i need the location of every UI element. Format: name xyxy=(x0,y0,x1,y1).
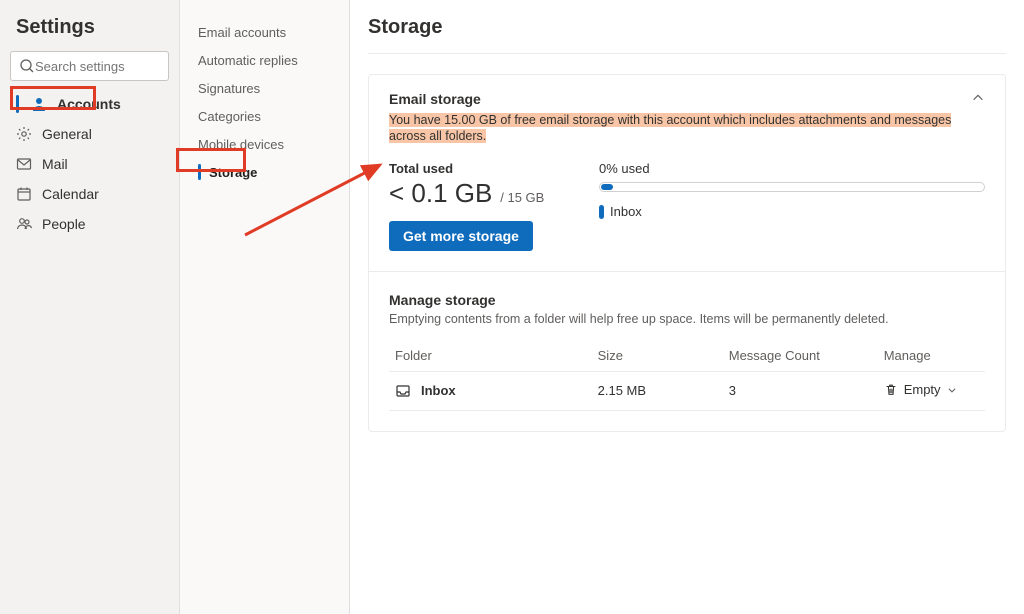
people-icon xyxy=(16,216,32,232)
sidebar-item-label: Accounts xyxy=(57,96,121,112)
folders-table: Folder Size Message Count Manage xyxy=(389,340,985,411)
subnav-signatures[interactable]: Signatures xyxy=(180,74,349,102)
usage-bar xyxy=(599,182,985,192)
sidebar-item-general[interactable]: General xyxy=(10,119,169,149)
folder-size: 2.15 MB xyxy=(592,372,723,411)
sidebar-item-mail[interactable]: Mail xyxy=(10,149,169,179)
storage-card: Email storage You have 15.00 GB of free … xyxy=(368,74,1006,432)
col-count: Message Count xyxy=(723,340,878,372)
search-icon xyxy=(19,58,35,74)
chevron-down-icon xyxy=(947,385,957,395)
mail-icon xyxy=(16,156,32,172)
get-more-storage-button[interactable]: Get more storage xyxy=(389,221,533,251)
sidebar-item-calendar[interactable]: Calendar xyxy=(10,179,169,209)
manage-storage-heading: Manage storage xyxy=(389,292,985,308)
trash-icon xyxy=(884,383,898,397)
sidebar-item-label: Mail xyxy=(42,156,68,172)
person-icon xyxy=(31,96,47,112)
total-used-label: Total used xyxy=(389,161,549,176)
percent-used-label: 0% used xyxy=(599,161,985,176)
inbox-icon xyxy=(395,383,411,399)
sidebar-item-accounts[interactable]: Accounts xyxy=(10,89,169,119)
col-manage: Manage xyxy=(878,340,985,372)
subnav-email-accounts[interactable]: Email accounts xyxy=(180,18,349,46)
legend-dot-icon xyxy=(599,205,604,219)
used-value: < 0.1 GB xyxy=(389,178,492,208)
sidebar-item-label: People xyxy=(42,216,86,232)
legend-inbox: Inbox xyxy=(599,204,985,219)
sidebar-item-label: Calendar xyxy=(42,186,99,202)
col-folder: Folder xyxy=(389,340,592,372)
email-storage-description: You have 15.00 GB of free email storage … xyxy=(389,113,951,143)
email-storage-heading: Email storage xyxy=(389,91,971,107)
empty-folder-button[interactable]: Empty xyxy=(884,382,957,397)
sidebar-item-people[interactable]: People xyxy=(10,209,169,239)
table-row: Inbox 2.15 MB 3 Empty xyxy=(389,372,985,411)
manage-storage-description: Emptying contents from a folder will hel… xyxy=(389,312,985,326)
collapse-icon[interactable] xyxy=(971,91,985,108)
folder-count: 3 xyxy=(723,372,878,411)
folder-name: Inbox xyxy=(421,383,456,398)
col-size: Size xyxy=(592,340,723,372)
settings-sidebar: Settings Accounts General Mail xyxy=(0,0,180,614)
quota-value: / 15 GB xyxy=(500,190,544,205)
calendar-icon xyxy=(16,186,32,202)
subnav-automatic-replies[interactable]: Automatic replies xyxy=(180,46,349,74)
page-title: Storage xyxy=(368,0,1006,54)
accounts-submenu: Email accounts Automatic replies Signatu… xyxy=(180,0,350,614)
subnav-mobile-devices[interactable]: Mobile devices xyxy=(180,130,349,158)
sidebar-item-label: General xyxy=(42,126,92,142)
search-settings[interactable] xyxy=(10,51,169,81)
storage-page: Storage Email storage You have 15.00 GB … xyxy=(350,0,1024,614)
subnav-storage[interactable]: Storage xyxy=(180,158,349,186)
subnav-categories[interactable]: Categories xyxy=(180,102,349,130)
settings-title: Settings xyxy=(10,10,169,51)
gear-icon xyxy=(16,126,32,142)
